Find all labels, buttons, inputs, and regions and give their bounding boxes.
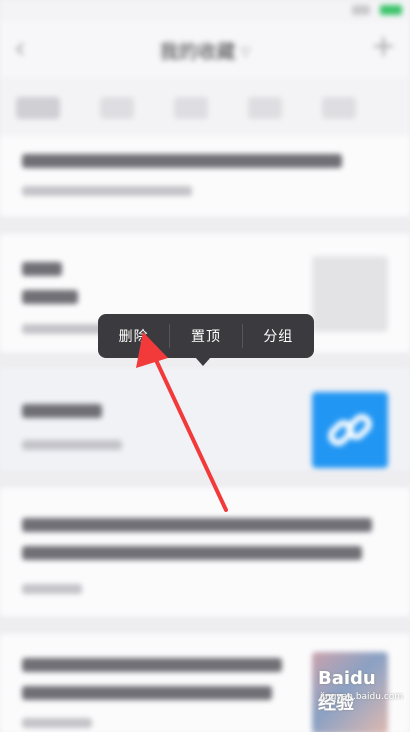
blurred-background: ‹ 我的收藏 ▽ + xyxy=(0,0,410,732)
list-item-title xyxy=(22,154,342,168)
battery-icon xyxy=(380,5,402,15)
list-item-title xyxy=(22,262,62,276)
plus-icon[interactable]: + xyxy=(371,32,396,62)
list-item-title xyxy=(22,518,372,532)
tab-4[interactable] xyxy=(248,97,282,119)
signal-icon xyxy=(352,5,370,15)
category-tabs xyxy=(0,78,410,136)
list-item-meta xyxy=(22,440,122,450)
thumbnail xyxy=(312,256,388,332)
list-item[interactable] xyxy=(0,488,410,616)
list-item-title xyxy=(22,546,362,560)
tab-2[interactable] xyxy=(100,97,134,119)
link-icon xyxy=(328,414,372,446)
tab-1[interactable] xyxy=(16,97,60,119)
delete-menu-item[interactable]: 删除 xyxy=(98,314,169,358)
tab-5[interactable] xyxy=(322,97,356,119)
page-title: 我的收藏 xyxy=(159,41,236,63)
baidu-watermark-logo: Baidu 经验 jingyan.baidu.com xyxy=(316,668,403,714)
group-menu-item[interactable]: 分组 xyxy=(243,314,314,358)
nav-bar: ‹ 我的收藏 ▽ + xyxy=(0,22,410,78)
list-item-meta xyxy=(22,718,92,728)
tab-3[interactable] xyxy=(174,97,208,119)
list-item-title xyxy=(22,404,102,418)
context-menu: 删除 置顶 分组 xyxy=(98,314,314,358)
list-item-meta xyxy=(22,584,82,594)
watermark-subtext: jingyan.baidu.com xyxy=(320,692,404,702)
list-item-meta xyxy=(22,186,192,196)
list-item[interactable] xyxy=(0,136,410,216)
pin-to-top-menu-item[interactable]: 置顶 xyxy=(170,314,241,358)
screen: ‹ 我的收藏 ▽ + 删除 置顶 分组 Baidu 经验 jingyan.bai… xyxy=(0,0,410,732)
nav-title-wrap[interactable]: 我的收藏 ▽ xyxy=(0,37,410,64)
list-item-title xyxy=(22,290,78,304)
list-item-title xyxy=(22,658,282,672)
list-item[interactable] xyxy=(0,368,410,470)
status-bar xyxy=(0,0,410,22)
context-menu-pointer xyxy=(195,357,211,366)
list-item-title xyxy=(22,686,272,700)
chevron-down-icon: ▽ xyxy=(240,45,251,60)
thumbnail xyxy=(312,392,388,468)
